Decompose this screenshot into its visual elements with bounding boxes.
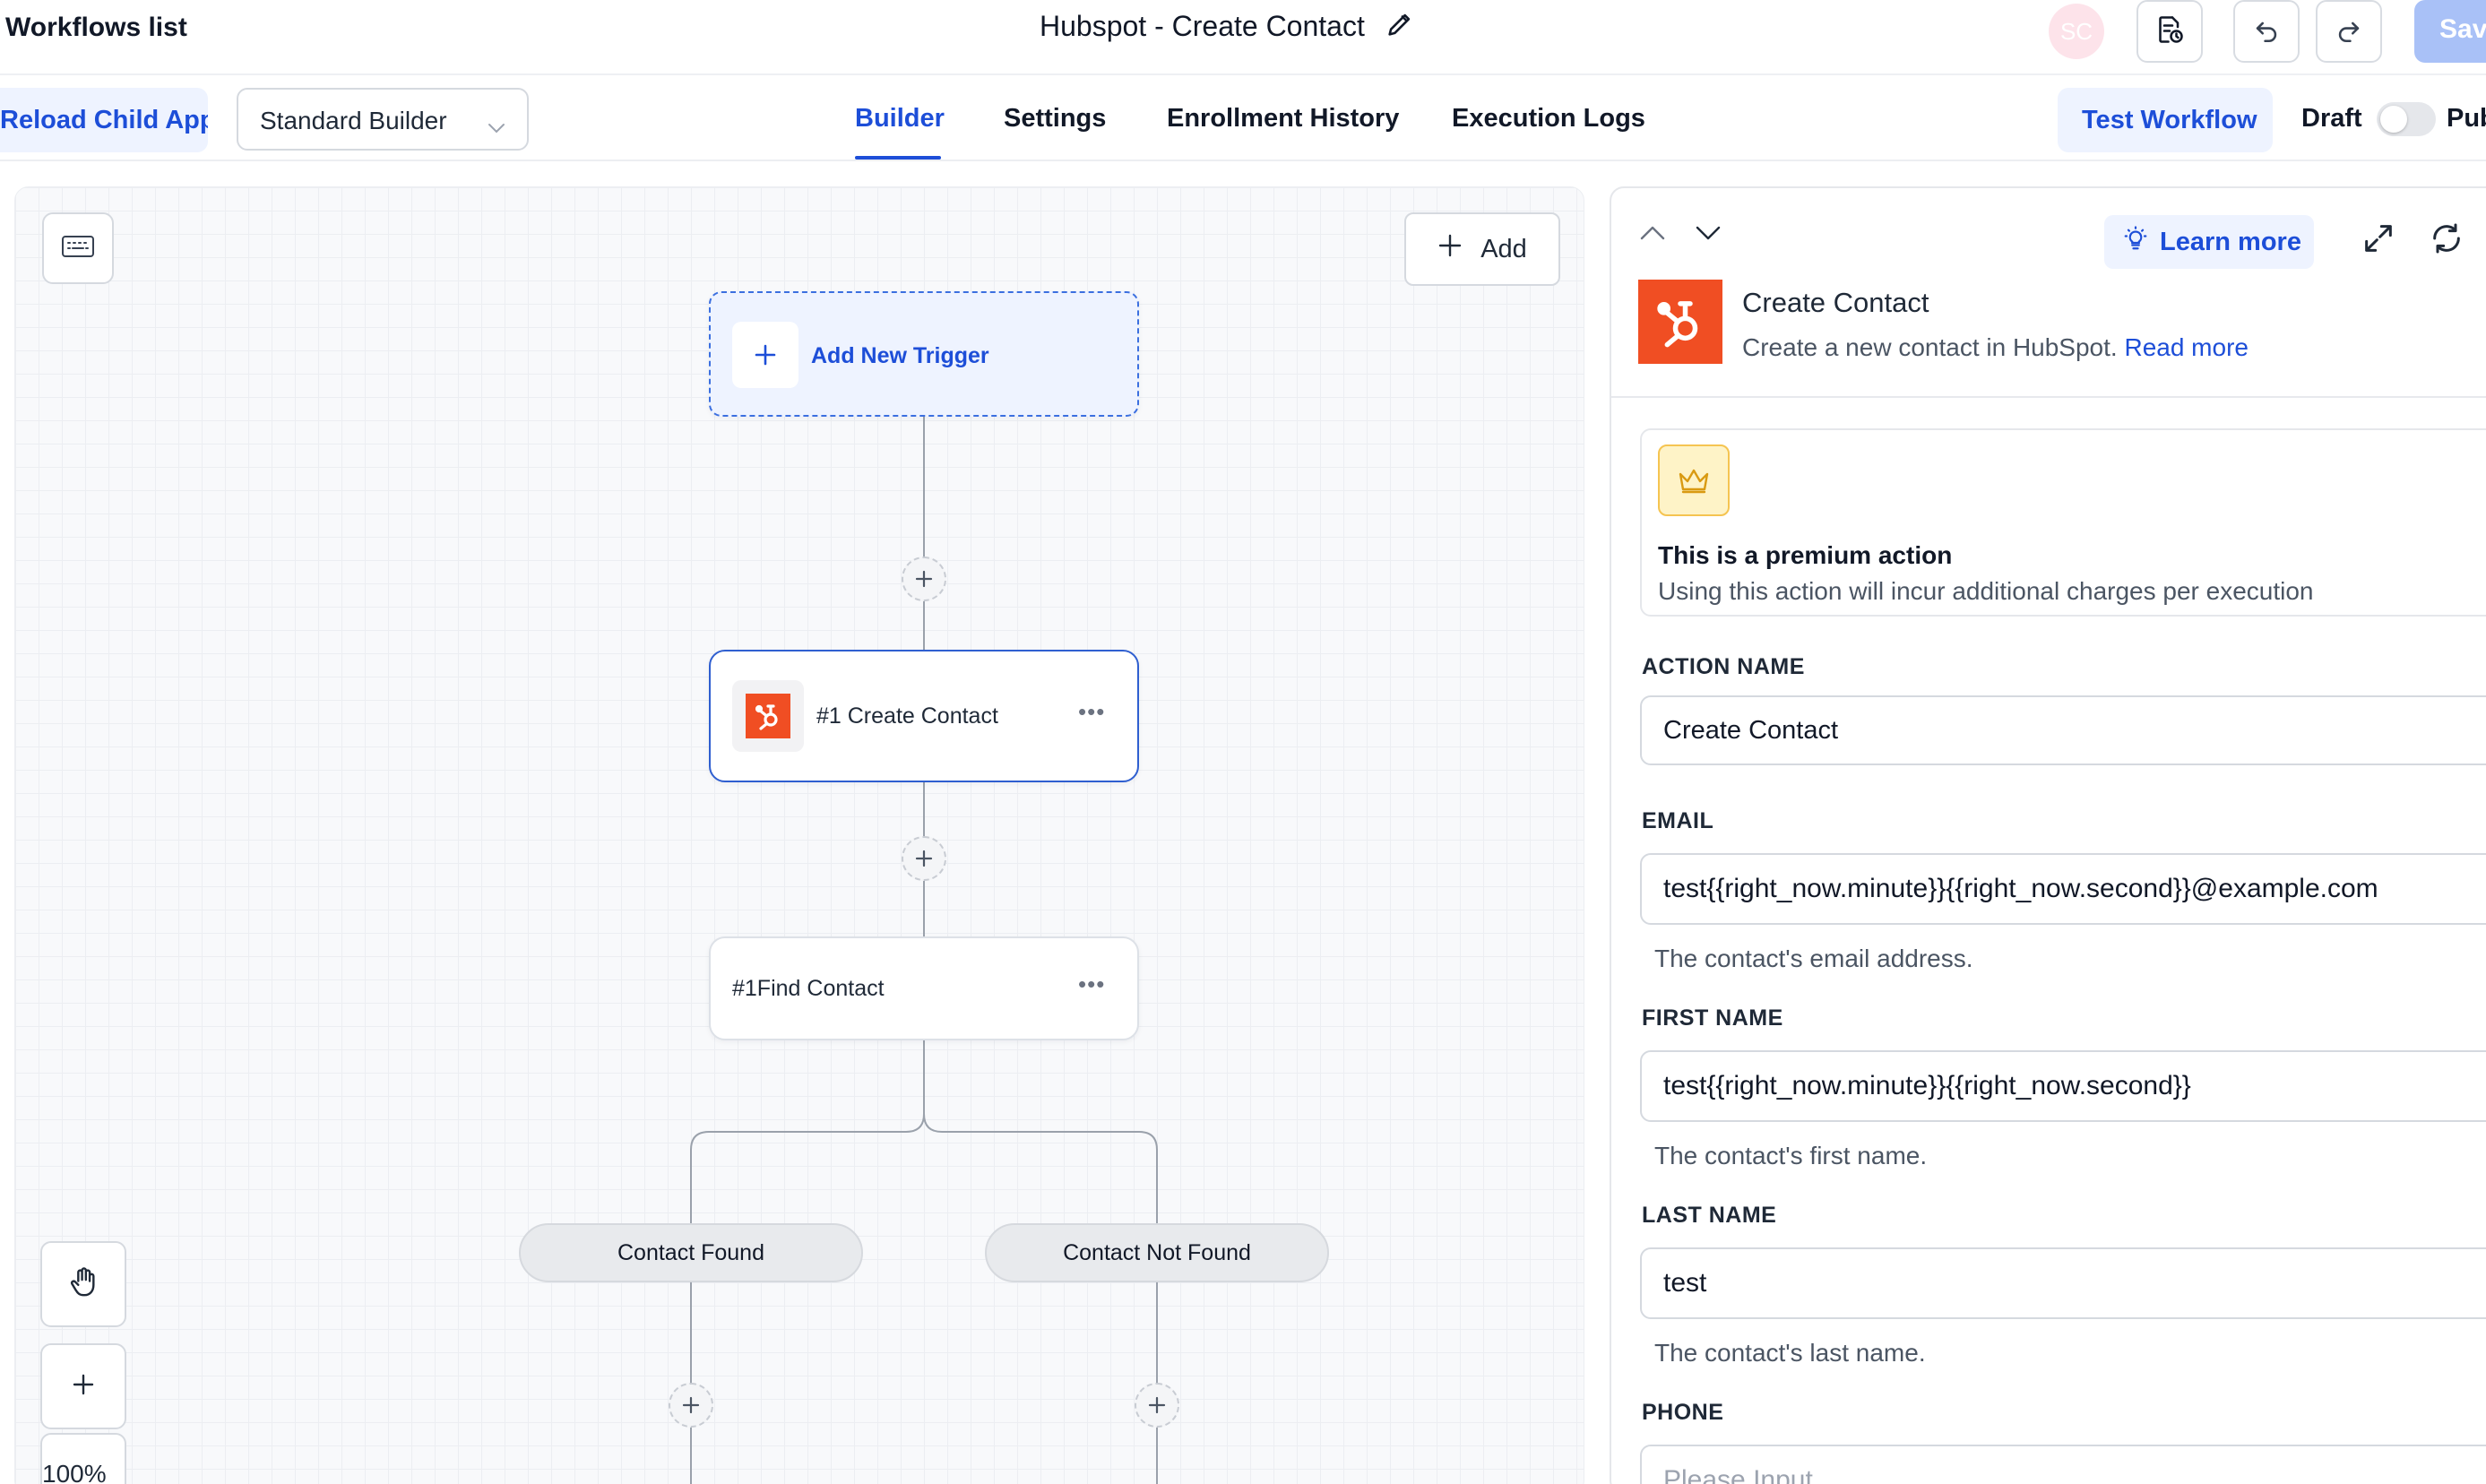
keyboard-shortcuts-button[interactable] <box>42 212 114 284</box>
hubspot-node-icon <box>732 680 804 752</box>
more-options-icon[interactable]: ••• <box>1078 971 1105 998</box>
panel-title: Create Contact <box>1742 287 1929 318</box>
tab-settings[interactable]: Settings <box>1004 104 1106 134</box>
insert-step-button[interactable] <box>669 1383 713 1428</box>
add-node-label: Add <box>1480 234 1527 263</box>
email-label: EMAIL <box>1642 808 1714 833</box>
premium-title: This is a premium action <box>1658 541 1953 569</box>
redo-icon <box>2334 14 2364 49</box>
zoom-in-button[interactable] <box>40 1343 126 1429</box>
builder-mode-select[interactable]: Standard Builder <box>237 88 529 151</box>
notes-button[interactable] <box>2136 0 2203 63</box>
phone-input[interactable] <box>1640 1445 2486 1484</box>
find-contact-node[interactable]: #1Find Contact ••• <box>709 936 1139 1040</box>
chevron-down-icon[interactable] <box>1694 222 1722 248</box>
add-new-trigger-label: Add New Trigger <box>811 343 989 368</box>
keyboard-icon <box>61 235 95 263</box>
plus-icon <box>1437 233 1463 265</box>
workflow-title: Hubspot - Create Contact <box>1040 10 1365 42</box>
hubspot-logo <box>1638 280 1722 364</box>
reload-child-app-button[interactable]: Reload Child App <box>0 88 208 152</box>
crown-icon <box>1658 444 1730 516</box>
more-options-icon[interactable]: ••• <box>1078 698 1105 726</box>
tab-enrollment-history[interactable]: Enrollment History <box>1167 104 1399 134</box>
test-workflow-button[interactable]: Test Workflow <box>2058 88 2273 152</box>
builder-nav-bar: Reload Child App Standard Builder Builde… <box>0 75 2486 161</box>
top-bar: Workflows list Hubspot - Create Contact … <box>0 0 2486 75</box>
chevron-down-icon <box>486 113 507 142</box>
user-avatar[interactable]: SC <box>2049 4 2104 59</box>
tab-execution-logs[interactable]: Execution Logs <box>1452 104 1645 134</box>
action-name-label: ACTION NAME <box>1642 654 1805 679</box>
premium-description: Using this action will incur additional … <box>1658 577 2314 605</box>
draft-label: Draft <box>2301 104 2362 133</box>
add-node-button[interactable]: Add <box>1404 212 1560 286</box>
save-button[interactable]: Save <box>2414 0 2486 63</box>
insert-step-button[interactable] <box>902 836 946 881</box>
refresh-icon[interactable] <box>2429 220 2464 261</box>
phone-label: PHONE <box>1642 1400 1724 1425</box>
builder-mode-value: Standard Builder <box>260 107 447 134</box>
email-help-text: The contact's email address. <box>1654 945 1973 972</box>
action-config-panel: Learn more Create Contact Create a new c… <box>1610 186 2486 1484</box>
last-name-input[interactable] <box>1640 1247 2486 1319</box>
plus-icon <box>732 322 798 388</box>
tab-builder[interactable]: Builder <box>855 104 945 134</box>
lightbulb-icon <box>2122 225 2149 259</box>
find-contact-node-label: #1Find Contact <box>732 976 885 1001</box>
active-tab-indicator <box>855 156 941 160</box>
zoom-level: 100% <box>42 1460 107 1484</box>
branch-contact-found[interactable]: Contact Found <box>519 1223 863 1282</box>
action-name-input[interactable] <box>1640 695 2486 765</box>
first-name-label: FIRST NAME <box>1642 1005 1783 1031</box>
chevron-up-icon[interactable] <box>1638 222 1667 248</box>
learn-more-button[interactable]: Learn more <box>2104 215 2314 269</box>
workflow-title-group: Hubspot - Create Contact <box>1040 9 1415 44</box>
pan-tool-button[interactable] <box>40 1241 126 1327</box>
redo-button[interactable] <box>2316 0 2382 63</box>
plus-icon <box>72 1373 95 1401</box>
first-name-input[interactable] <box>1640 1050 2486 1122</box>
first-name-help-text: The contact's first name. <box>1654 1142 1928 1169</box>
add-new-trigger-node[interactable]: Add New Trigger <box>709 291 1139 417</box>
undo-button[interactable] <box>2233 0 2300 63</box>
publish-toggle[interactable] <box>2377 102 2436 136</box>
insert-step-button[interactable] <box>1135 1383 1179 1428</box>
last-name-help-text: The contact's last name. <box>1654 1339 1926 1367</box>
email-input[interactable] <box>1640 853 2486 925</box>
undo-icon <box>2251 14 2282 49</box>
panel-description-text: Create a new contact in HubSpot. <box>1742 333 2118 361</box>
clipboard-history-icon <box>2154 13 2186 50</box>
panel-header: Learn more Create Contact Create a new c… <box>1611 188 2486 398</box>
premium-action-notice: This is a premium action Using this acti… <box>1640 428 2486 617</box>
workflows-list-link[interactable]: Workflows list <box>5 13 187 43</box>
create-contact-node-label: #1 Create Contact <box>816 703 998 729</box>
workflow-canvas[interactable]: Add Add New Trigger #1 Create Contact ••… <box>14 186 1584 1484</box>
learn-more-label: Learn more <box>2160 227 2301 256</box>
publish-label: Publish <box>2447 104 2486 133</box>
insert-step-button[interactable] <box>902 556 946 601</box>
branch-contact-not-found[interactable]: Contact Not Found <box>985 1223 1329 1282</box>
create-contact-node[interactable]: #1 Create Contact ••• <box>709 650 1139 782</box>
read-more-link[interactable]: Read more <box>2124 333 2249 361</box>
expand-icon[interactable] <box>2361 220 2396 261</box>
panel-description: Create a new contact in HubSpot. Read mo… <box>1742 333 2249 362</box>
edit-pencil-icon[interactable] <box>1385 9 1415 44</box>
hand-icon <box>68 1265 99 1304</box>
last-name-label: LAST NAME <box>1642 1203 1777 1228</box>
